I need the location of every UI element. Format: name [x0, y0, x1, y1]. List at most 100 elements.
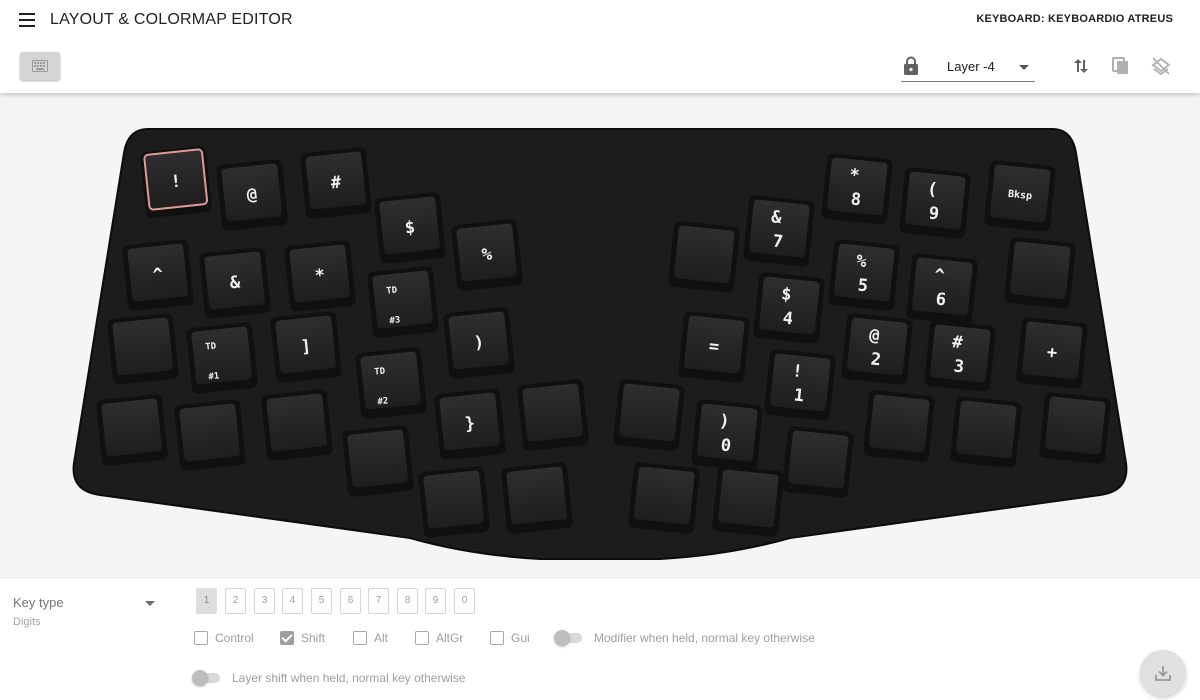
keycap[interactable]: #: [300, 147, 373, 220]
keycap[interactable]: [174, 399, 247, 472]
digit-button-5[interactable]: 5: [311, 588, 332, 614]
keycap[interactable]: TD #3: [367, 266, 440, 339]
modifier-hold-label: Modifier when held, normal key otherwise: [594, 631, 815, 645]
keycap[interactable]: [668, 221, 741, 294]
key-label: TD: [374, 367, 386, 378]
key-sublabel: 8: [850, 189, 862, 210]
key-label: @: [868, 325, 880, 346]
keycap[interactable]: #3: [924, 320, 997, 393]
keycap[interactable]: @: [216, 159, 289, 232]
checkbox-box: [194, 631, 208, 645]
keycap[interactable]: [782, 426, 855, 499]
key-type-value: Digits: [13, 616, 41, 628]
download-icon: [1155, 666, 1171, 681]
copy-icon[interactable]: [1111, 56, 1131, 76]
keycap[interactable]: [950, 396, 1023, 469]
keycap[interactable]: TD #1: [186, 322, 259, 395]
key-label: !: [170, 172, 182, 193]
keycap[interactable]: $4: [753, 272, 826, 345]
key-sublabel: 2: [870, 349, 882, 370]
checkbox-box: [353, 631, 367, 645]
key-label: *: [848, 165, 860, 186]
digit-button-0[interactable]: 0: [454, 588, 475, 614]
keycap[interactable]: ): [443, 307, 516, 380]
keycap[interactable]: )0: [691, 399, 764, 472]
digit-button-4[interactable]: 4: [282, 588, 303, 614]
app-bar: LAYOUT & COLORMAP EDITOR KEYBOARD: KEYBO…: [0, 0, 1200, 93]
checkbox-box: [415, 631, 429, 645]
chevron-down-icon: [1019, 65, 1029, 70]
keycap[interactable]: TD #2: [355, 347, 428, 420]
keycap[interactable]: ^: [122, 239, 195, 312]
keyboard-toggle-button[interactable]: [20, 52, 60, 80]
keycap[interactable]: ^6: [906, 253, 979, 326]
key-sublabel: 6: [935, 289, 947, 310]
key-sublabel: #1: [208, 371, 220, 382]
key-sublabel: 4: [782, 308, 794, 329]
key-sublabel: 7: [772, 231, 784, 252]
key-sublabel: #3: [389, 315, 401, 326]
keycap[interactable]: [863, 390, 936, 463]
keycap[interactable]: [418, 466, 491, 539]
keycap[interactable]: [1004, 237, 1077, 310]
keycap[interactable]: }: [434, 388, 507, 461]
keycap[interactable]: $: [374, 192, 447, 265]
key-sublabel: 3: [953, 356, 965, 377]
keycap[interactable]: [501, 462, 574, 535]
key-label: !: [791, 361, 803, 382]
key-label: ^: [152, 265, 164, 286]
key-label: $: [780, 284, 792, 305]
keycap[interactable]: [613, 379, 686, 452]
key-label: ): [718, 411, 730, 432]
keycap[interactable]: [517, 379, 590, 452]
keycap[interactable]: !1: [764, 349, 837, 422]
key-label: (: [926, 179, 938, 200]
key-label: @: [246, 185, 258, 206]
download-button[interactable]: [1140, 650, 1186, 696]
keycap[interactable]: =: [678, 311, 751, 384]
digit-button-6[interactable]: 6: [340, 588, 361, 614]
keycap[interactable]: Bksp: [984, 160, 1057, 233]
key-sublabel: 5: [857, 275, 869, 296]
keyboard-area: ! @ # $% ^ & * TD #3) TD #1] TD #2} & 7 * 8(9 Bksp $4% 5 ^ 6 =…: [0, 93, 1200, 577]
keycap[interactable]: %5: [828, 239, 901, 312]
chevron-down-icon: [145, 601, 155, 606]
layers-clear-icon[interactable]: [1151, 56, 1171, 76]
key-sublabel: 9: [928, 203, 940, 224]
keycap[interactable]: [628, 462, 701, 535]
key-sublabel: 0: [720, 435, 732, 456]
key-label: TD: [386, 286, 398, 297]
layer-select[interactable]: Layer -4: [901, 52, 1035, 82]
keycap[interactable]: [96, 394, 169, 467]
keycap[interactable]: [712, 465, 785, 538]
keycap[interactable]: *8: [821, 153, 894, 226]
modifier-label: Shift: [301, 631, 326, 645]
keycap[interactable]: &: [199, 247, 272, 320]
keycap[interactable]: [1039, 392, 1112, 465]
keycap[interactable]: [107, 313, 180, 386]
digit-button-9[interactable]: 9: [425, 588, 446, 614]
keycap[interactable]: %: [451, 219, 524, 292]
keycap[interactable]: ]: [270, 311, 343, 384]
digit-button-3[interactable]: 3: [254, 588, 275, 614]
keycap[interactable]: !: [140, 146, 213, 219]
keycap[interactable]: [342, 425, 415, 498]
keycap[interactable]: (9: [899, 167, 972, 240]
keycap[interactable]: &7: [743, 195, 816, 268]
keycap[interactable]: +: [1016, 317, 1089, 390]
keycap[interactable]: @2: [841, 313, 914, 386]
key-type-select[interactable]: Key type Digits: [13, 593, 157, 633]
digit-button-8[interactable]: 8: [397, 588, 418, 614]
key-label: $: [404, 218, 416, 239]
keycap[interactable]: [261, 389, 334, 462]
digit-button-1[interactable]: 1: [196, 588, 217, 614]
keyboard-layout: !@#$%^ & *TD#3)TD#1]TD#2}&7*8 (9Bksp$4%5 ^6=…: [72, 128, 1128, 560]
digit-button-7[interactable]: 7: [368, 588, 389, 614]
layer-select-value: Layer -4: [947, 59, 995, 74]
keycap[interactable]: *: [284, 240, 357, 313]
menu-icon[interactable]: [12, 8, 42, 32]
swap-vertical-icon[interactable]: [1071, 56, 1091, 76]
key-label: =: [708, 337, 720, 358]
modifier-label: Alt: [374, 631, 389, 645]
digit-button-2[interactable]: 2: [225, 588, 246, 614]
